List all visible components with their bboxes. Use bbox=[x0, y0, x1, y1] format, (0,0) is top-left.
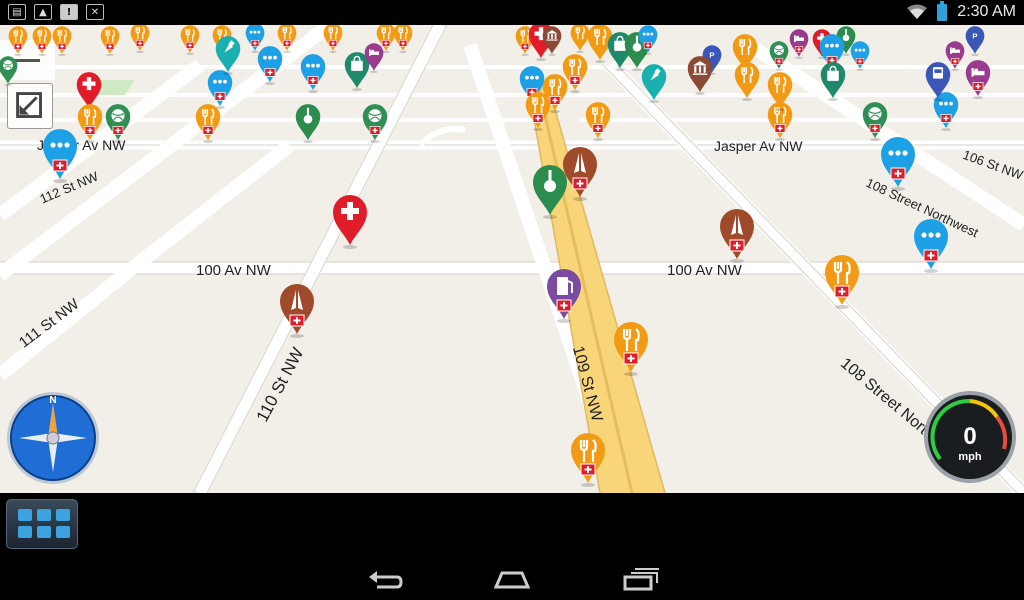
shopping-poi-marker[interactable] bbox=[819, 61, 848, 101]
speedometer: 0 mph bbox=[924, 391, 1016, 483]
map-view[interactable]: Jasper Av NW Jasper Av NW 112 St NW 111 … bbox=[0, 25, 1024, 493]
music-poi-marker[interactable] bbox=[294, 103, 323, 143]
restaurant-poi-marker[interactable] bbox=[7, 25, 29, 56]
sports-poi-marker[interactable] bbox=[361, 103, 390, 143]
restaurant-poi-marker[interactable] bbox=[179, 25, 201, 55]
restaurant-poi-marker[interactable] bbox=[568, 431, 608, 487]
restaurant-poi-marker[interactable] bbox=[392, 25, 414, 53]
speed-value: 0 bbox=[963, 423, 976, 450]
attraction-poi-marker[interactable] bbox=[214, 35, 243, 75]
chat-poi-marker[interactable] bbox=[911, 217, 951, 273]
hotel-poi-marker[interactable] bbox=[964, 59, 993, 99]
home-icon[interactable] bbox=[492, 563, 532, 593]
street-label-100-left: 100 Av NW bbox=[196, 262, 271, 279]
speed-unit: mph bbox=[958, 451, 982, 463]
restaurant-poi-marker[interactable] bbox=[31, 25, 53, 56]
wifi-icon bbox=[907, 4, 928, 19]
resize-icon bbox=[16, 92, 42, 118]
clock: 2:30 AM bbox=[957, 3, 1016, 20]
back-icon[interactable] bbox=[363, 563, 403, 593]
bottom-bar bbox=[0, 493, 1024, 600]
image-icon: ▲ bbox=[34, 4, 52, 20]
battery-icon bbox=[937, 0, 948, 21]
restaurant-poi-marker[interactable] bbox=[524, 91, 553, 131]
street-label-100-right: 100 Av NW bbox=[667, 262, 742, 279]
alert-icon: ! bbox=[60, 4, 78, 20]
compass-button[interactable]: N bbox=[5, 390, 101, 486]
museum-poi-marker[interactable] bbox=[686, 55, 715, 95]
notification-icons: ▤ ▲ ! ✕ bbox=[8, 4, 104, 20]
music-poi-marker[interactable] bbox=[530, 163, 570, 219]
restaurant-poi-marker[interactable] bbox=[584, 101, 613, 141]
worship-poi-marker[interactable] bbox=[277, 282, 317, 338]
chat-poi-marker[interactable] bbox=[40, 127, 80, 183]
restaurant-poi-marker[interactable] bbox=[51, 25, 73, 56]
restaurant-poi-marker[interactable] bbox=[766, 71, 795, 111]
compass-north-label: N bbox=[49, 395, 56, 406]
system-nav-bar bbox=[0, 555, 1024, 600]
restaurant-poi-marker[interactable] bbox=[276, 25, 298, 53]
status-bar: ▤ ▲ ! ✕ 2:30 AM bbox=[0, 0, 1024, 25]
restaurant-poi-marker[interactable] bbox=[561, 53, 590, 93]
restaurant-poi-marker[interactable] bbox=[99, 25, 121, 56]
sports-poi-marker[interactable] bbox=[0, 55, 19, 86]
restaurant-poi-marker[interactable] bbox=[733, 61, 762, 101]
restaurant-poi-marker[interactable] bbox=[322, 25, 344, 53]
restaurant-poi-marker[interactable] bbox=[194, 103, 223, 143]
hospital-poi-marker[interactable] bbox=[330, 193, 370, 249]
chat-poi-marker[interactable] bbox=[299, 53, 328, 93]
chat-poi-marker[interactable] bbox=[637, 25, 659, 55]
sports-poi-marker[interactable] bbox=[768, 40, 790, 71]
hotel-poi-marker[interactable] bbox=[788, 28, 810, 59]
map-mode-button[interactable] bbox=[7, 83, 53, 129]
svg-text:P: P bbox=[972, 31, 977, 40]
restaurant-poi-marker[interactable] bbox=[611, 320, 651, 376]
close-box-icon: ✕ bbox=[86, 4, 104, 20]
parking-poi-marker[interactable]: P bbox=[964, 25, 986, 56]
sports-poi-marker[interactable] bbox=[104, 103, 133, 143]
road-network bbox=[0, 25, 1024, 493]
grid-menu-icon bbox=[18, 509, 70, 538]
screen-cast-icon: ▤ bbox=[8, 4, 26, 20]
worship-poi-marker[interactable] bbox=[717, 207, 757, 263]
restaurant-poi-marker[interactable] bbox=[129, 25, 151, 53]
menu-button[interactable] bbox=[6, 499, 78, 549]
chat-poi-marker[interactable] bbox=[878, 135, 918, 191]
museum-poi-marker[interactable] bbox=[541, 25, 563, 56]
restaurant-poi-marker[interactable] bbox=[822, 253, 862, 309]
chat-poi-marker[interactable] bbox=[849, 40, 871, 71]
recent-apps-icon[interactable] bbox=[621, 563, 661, 593]
fuel-poi-marker[interactable] bbox=[544, 267, 584, 323]
attraction-poi-marker[interactable] bbox=[640, 63, 669, 103]
